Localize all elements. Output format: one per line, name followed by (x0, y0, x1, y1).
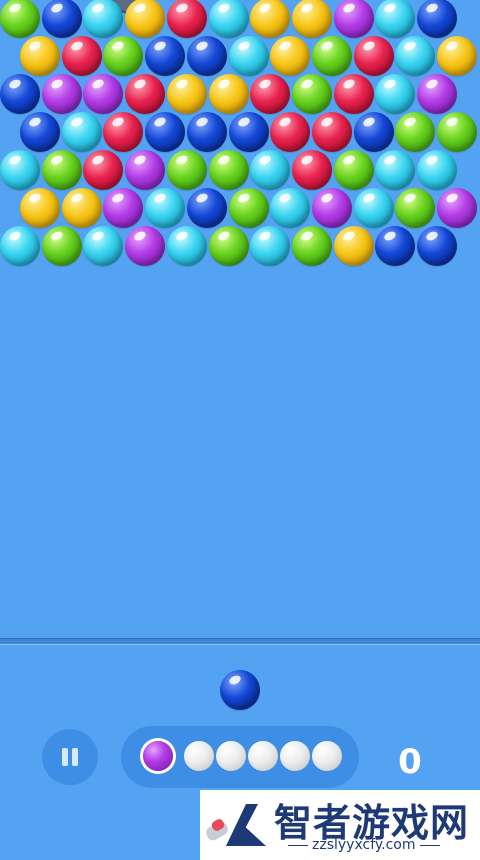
green-bubble (291, 74, 332, 114)
blue-bubble (186, 112, 227, 152)
yellow-bubble (20, 36, 60, 76)
next-bubble (143, 741, 173, 771)
blue-bubble (353, 112, 394, 152)
green-bubble (208, 226, 249, 266)
cyan-bubble (83, 226, 124, 266)
green-bubble (208, 150, 249, 190)
purple-bubble (41, 74, 82, 114)
watermark-url: zzslyyxcfy.com (284, 837, 444, 853)
yellow-bubble (333, 226, 374, 266)
cyan-bubble (375, 0, 416, 38)
purple-bubble (333, 0, 374, 38)
remaining-shot-ball (216, 741, 246, 771)
green-bubble (333, 150, 374, 190)
blue-bubble (41, 0, 82, 38)
red-bubble (166, 0, 207, 38)
yellow-bubble (270, 36, 311, 76)
red-bubble (250, 74, 291, 114)
cyan-bubble (353, 188, 394, 228)
blue-bubble (20, 112, 60, 152)
watermark-logo-icon (206, 804, 266, 846)
pause-button[interactable] (42, 729, 98, 785)
purple-bubble (311, 188, 352, 228)
green-bubble (437, 112, 477, 152)
purple-bubble (437, 188, 477, 228)
remaining-shot-ball (312, 741, 342, 771)
watermark-banner: 智者游戏网 zzslyyxcfy.com (200, 790, 480, 860)
remaining-shot-ball (248, 741, 278, 771)
purple-bubble (125, 226, 166, 266)
red-bubble (291, 150, 332, 190)
blue-bubble (375, 226, 416, 266)
cyan-bubble (61, 112, 102, 152)
green-bubble (41, 150, 82, 190)
blue-bubble (417, 226, 457, 266)
green-bubble (166, 150, 207, 190)
red-bubble (61, 36, 102, 76)
purple-bubble (83, 74, 124, 114)
blue-bubble (417, 0, 457, 38)
yellow-bubble (166, 74, 207, 114)
cyan-bubble (395, 36, 436, 76)
blue-bubble (145, 112, 186, 152)
yellow-bubble (437, 36, 477, 76)
cyan-bubble (83, 0, 124, 38)
cyan-bubble (250, 150, 291, 190)
blue-bubble (228, 112, 269, 152)
cyan-bubble (250, 226, 291, 266)
cyan-bubble (0, 150, 40, 190)
cyan-bubble (0, 226, 40, 266)
red-bubble (270, 112, 311, 152)
yellow-bubble (250, 0, 291, 38)
yellow-bubble (208, 74, 249, 114)
remaining-shot-ball (280, 741, 310, 771)
yellow-bubble (291, 0, 332, 38)
cyan-bubble (208, 0, 249, 38)
bubble-queue-panel (121, 726, 359, 788)
deadline-divider (0, 638, 480, 645)
green-bubble (0, 0, 40, 38)
yellow-bubble (20, 188, 60, 228)
red-bubble (353, 36, 394, 76)
green-bubble (311, 36, 352, 76)
cyan-bubble (228, 36, 269, 76)
cyan-bubble (145, 188, 186, 228)
blue-bubble (186, 36, 227, 76)
bubble-grid (0, 0, 480, 640)
green-bubble (103, 36, 144, 76)
red-bubble (311, 112, 352, 152)
red-bubble (83, 150, 124, 190)
yellow-bubble (125, 0, 166, 38)
red-bubble (333, 74, 374, 114)
green-bubble (395, 188, 436, 228)
cyan-bubble (166, 226, 207, 266)
shooter-bubble[interactable] (220, 670, 260, 710)
purple-bubble (417, 74, 457, 114)
green-bubble (395, 112, 436, 152)
purple-bubble (103, 188, 144, 228)
green-bubble (41, 226, 82, 266)
pause-icon-bar (72, 748, 78, 766)
blue-bubble (186, 188, 227, 228)
purple-bubble (125, 150, 166, 190)
red-bubble (103, 112, 144, 152)
cyan-bubble (417, 150, 457, 190)
blue-bubble (145, 36, 186, 76)
cyan-bubble (270, 188, 311, 228)
cyan-bubble (375, 74, 416, 114)
green-bubble (228, 188, 269, 228)
yellow-bubble (61, 188, 102, 228)
remaining-shot-ball (184, 741, 214, 771)
score-value: 0 (398, 742, 422, 782)
green-bubble (291, 226, 332, 266)
cyan-bubble (375, 150, 416, 190)
blue-bubble (0, 74, 40, 114)
red-bubble (125, 74, 166, 114)
pause-icon (62, 748, 68, 766)
